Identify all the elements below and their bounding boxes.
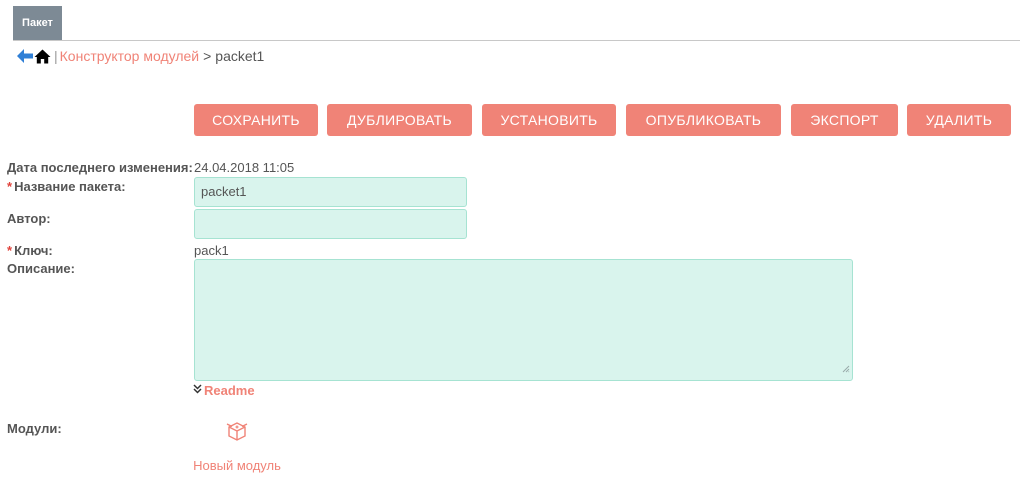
- author-input[interactable]: [194, 209, 467, 239]
- author-label: Автор:: [7, 211, 51, 226]
- publish-button[interactable]: ОПУБЛИКОВАТЬ: [626, 104, 781, 136]
- tab-bar: Пакет: [13, 6, 1020, 41]
- readme-toggle[interactable]: Readme: [193, 383, 255, 398]
- page: Пакет | Конструктор модулей > packet1 СО…: [0, 0, 1020, 484]
- required-mark: *: [7, 243, 13, 258]
- new-module-icon: [225, 419, 249, 448]
- package-name-input[interactable]: packet1: [194, 177, 467, 207]
- key-value: pack1: [194, 243, 229, 258]
- readme-link[interactable]: Readme: [204, 383, 255, 398]
- export-button[interactable]: ЭКСПОРТ: [791, 104, 898, 136]
- required-mark: *: [7, 179, 13, 194]
- last-modified-label: Дата последнего изменения:: [7, 160, 193, 175]
- resize-grip-icon[interactable]: [842, 360, 850, 378]
- description-label: Описание:: [7, 261, 75, 276]
- last-modified-value: 24.04.2018 11:05: [194, 160, 295, 175]
- save-button[interactable]: СОХРАНИТЬ: [194, 104, 318, 136]
- delete-button[interactable]: УДАЛИТЬ: [907, 104, 1011, 136]
- modules-label: Модули:: [7, 421, 62, 436]
- key-label-text: Ключ:: [14, 243, 53, 258]
- breadcrumb-current: packet1: [215, 48, 265, 64]
- breadcrumb-arrow: >: [203, 48, 212, 64]
- breadcrumb-module-builder-link[interactable]: Конструктор модулей: [60, 48, 199, 64]
- back-arrow-icon[interactable]: [16, 48, 34, 64]
- double-chevron-down-icon: [193, 384, 202, 397]
- breadcrumb: | Конструктор модулей > packet1: [16, 47, 264, 65]
- new-module-button[interactable]: Новый модуль: [191, 419, 283, 473]
- duplicate-button[interactable]: ДУБЛИРОВАТЬ: [327, 104, 472, 136]
- tab-package[interactable]: Пакет: [13, 6, 62, 40]
- new-module-label[interactable]: Новый модуль: [193, 458, 281, 473]
- breadcrumb-separator: |: [54, 48, 58, 64]
- home-icon[interactable]: [34, 49, 51, 64]
- package-name-label: * Название пакета:: [7, 179, 126, 194]
- description-textarea[interactable]: [194, 259, 853, 381]
- package-name-label-text: Название пакета:: [14, 179, 126, 194]
- install-button[interactable]: УСТАНОВИТЬ: [482, 104, 616, 136]
- key-label: * Ключ:: [7, 243, 53, 258]
